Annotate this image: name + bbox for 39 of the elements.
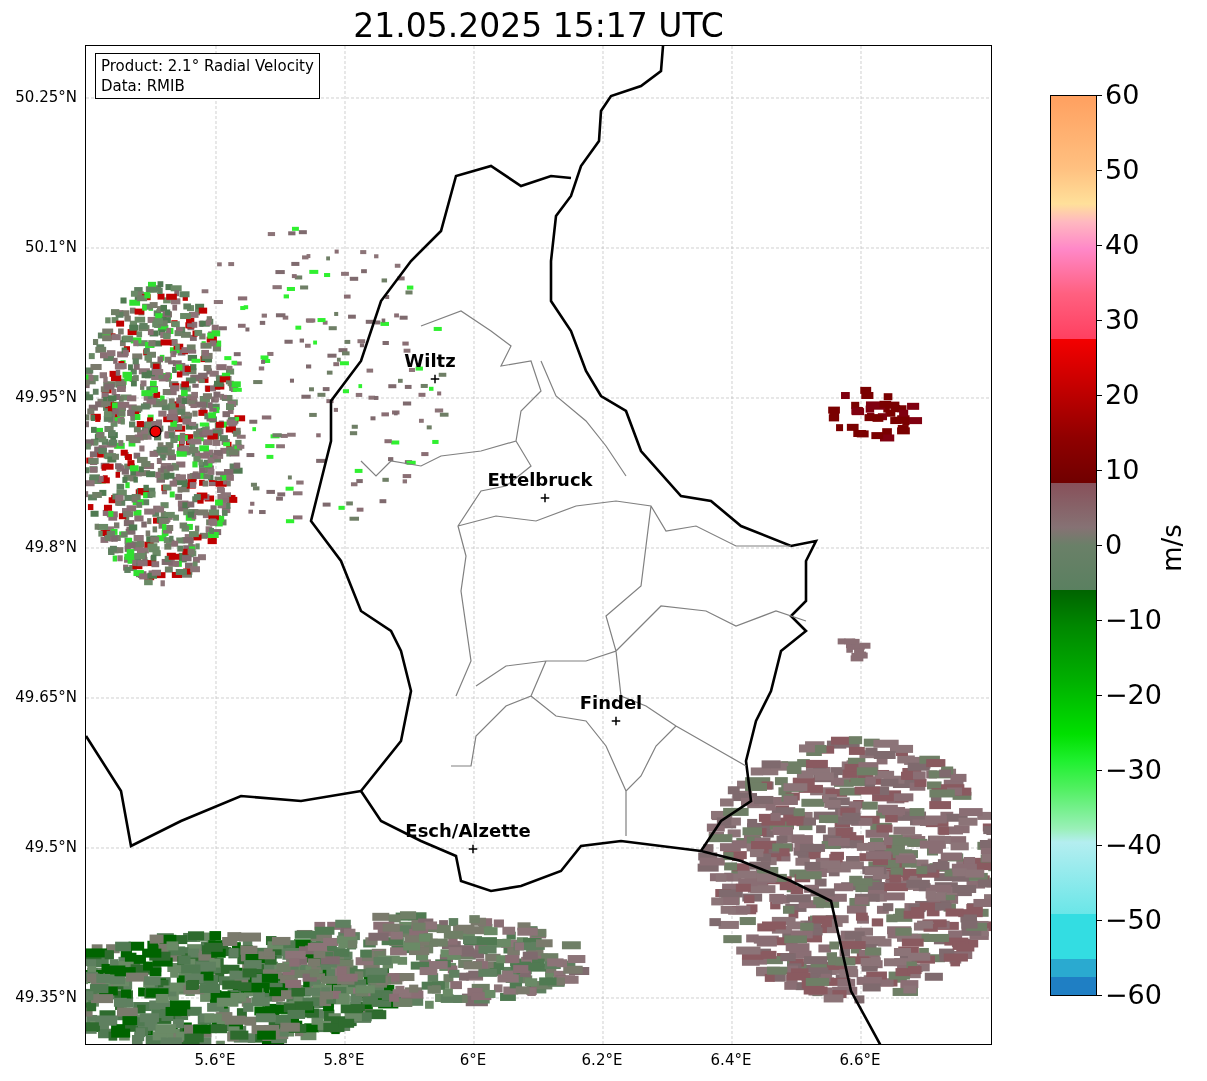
longitude-label: 6.4°E [710, 1051, 752, 1069]
longitude-label: 5.8°E [323, 1051, 365, 1069]
colorbar-tick-label: −30 [1105, 755, 1162, 785]
plus-marker-icon [540, 493, 550, 503]
longitude-label: 6°E [459, 1051, 487, 1069]
chart-title: 21.05.2025 15:17 UTC [352, 5, 725, 45]
legend-text: Data: RMIB [101, 76, 186, 96]
latitude-label: 49.8°N [24, 538, 77, 556]
colorbar-tick-label: 50 [1105, 155, 1140, 185]
latitude-label: 49.95°N [15, 388, 77, 406]
plus-marker-icon [430, 374, 440, 384]
city-label: Ettelbruck [487, 470, 593, 490]
colorbar-tick-label: 30 [1105, 305, 1140, 335]
city-label: Wiltz [404, 351, 456, 371]
latitude-label: 49.5°N [24, 838, 77, 856]
latitude-label: 50.1°N [24, 238, 77, 256]
latitude-label: 50.25°N [15, 88, 77, 106]
city-label: Findel [579, 693, 643, 713]
plus-marker-icon [611, 716, 621, 726]
latitude-label: 49.65°N [15, 688, 77, 706]
radar-site-icon [149, 425, 162, 438]
colorbar-tick-label: 40 [1105, 230, 1140, 260]
longitude-label: 5.6°E [194, 1051, 236, 1069]
plus-marker-icon [468, 844, 478, 854]
colorbar-tick-label: −10 [1105, 605, 1162, 635]
longitude-label: 6.2°E [581, 1051, 623, 1069]
legend-text: Product: 2.1° Radial Velocity [101, 56, 314, 76]
colorbar-tick-label: −20 [1105, 680, 1162, 710]
longitude-label: 6.6°E [839, 1051, 881, 1069]
city-label: Esch/Alzette [405, 821, 531, 841]
colorbar-tick-label: −40 [1105, 830, 1162, 860]
colorbar-tick-label: −60 [1105, 980, 1162, 1010]
colorbar-tick-label: 20 [1105, 380, 1140, 410]
colorbar-tick-label: 10 [1105, 455, 1140, 485]
colorbar-tick-label: −50 [1105, 905, 1162, 935]
colorbar-tick-label: 60 [1105, 80, 1140, 110]
latitude-label: 49.35°N [15, 988, 77, 1006]
colorbar-unit-label: m/s [1157, 524, 1187, 572]
colorbar-tick-label: 0 [1105, 530, 1123, 560]
